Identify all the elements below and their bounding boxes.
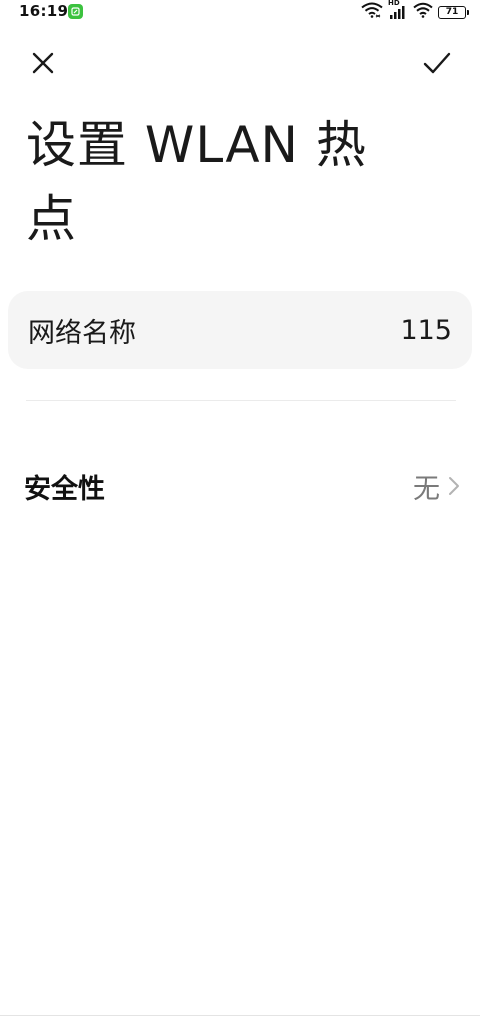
page-title: 设置 WLAN 热点 xyxy=(26,116,367,248)
confirm-button[interactable] xyxy=(418,44,456,82)
wifi-icon xyxy=(413,2,433,22)
wifi-signal-icon xyxy=(361,2,383,22)
close-button[interactable] xyxy=(24,44,62,82)
network-name-label: 网络名称 xyxy=(28,317,136,349)
close-icon xyxy=(32,52,54,74)
battery-level: 71 xyxy=(445,6,459,17)
security-label: 安全性 xyxy=(24,473,105,505)
green-notification-icon xyxy=(68,4,83,19)
cellular-signal-icon: HD xyxy=(388,0,408,21)
security-value-group: 无 xyxy=(413,467,460,506)
security-row[interactable]: 安全性 无 xyxy=(0,450,480,522)
status-time: 16:19 xyxy=(19,2,69,20)
status-bar: 16:19 HD 71 xyxy=(0,0,480,26)
divider xyxy=(26,400,456,401)
network-name-value[interactable]: 115 xyxy=(400,315,452,346)
network-name-field[interactable]: 网络名称 115 xyxy=(8,291,472,369)
status-indicators: HD 71 xyxy=(361,0,469,22)
security-value: 无 xyxy=(413,473,440,505)
battery-icon: 71 xyxy=(438,5,469,19)
bottom-divider xyxy=(0,1015,480,1016)
chevron-right-icon xyxy=(449,477,459,495)
check-icon xyxy=(423,52,451,74)
